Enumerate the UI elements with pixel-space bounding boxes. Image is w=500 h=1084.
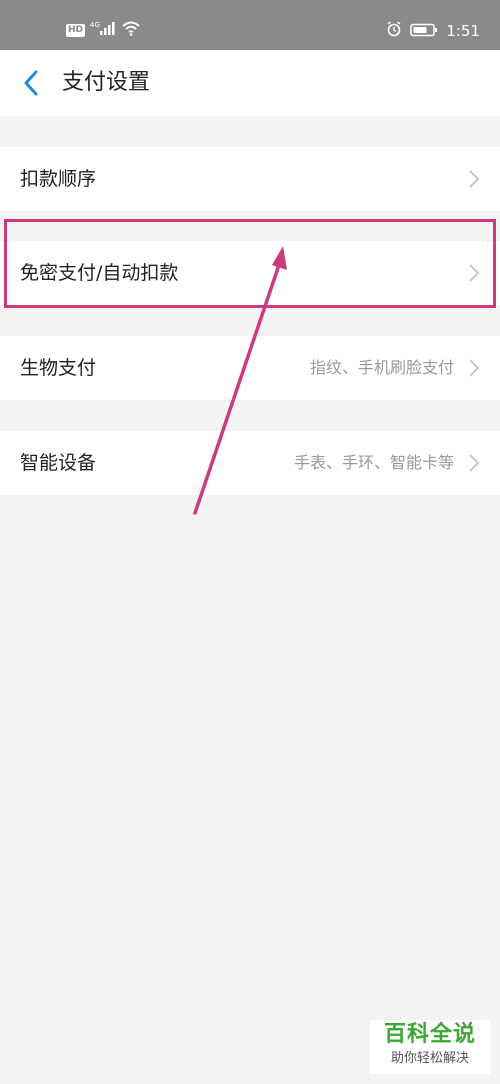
nav-bar: 支付设置 — [0, 50, 500, 116]
signal-icon: 4G — [90, 20, 116, 40]
status-left: HD 4G — [66, 20, 141, 40]
chevron-left-icon — [24, 70, 38, 96]
settings-item-value: 指纹、手机刷脸支付 — [309, 358, 454, 377]
status-bar: HD 4G 1:51 — [0, 0, 500, 50]
status-time: 1:51 — [446, 22, 480, 40]
settings-item-value: 手表、手环、智能卡等 — [293, 453, 454, 472]
hd-badge: HD — [66, 23, 86, 37]
back-button[interactable] — [16, 66, 46, 100]
settings-item-smart-devices[interactable]: 智能设备 手表、手环、智能卡等 — [0, 431, 500, 495]
wifi-icon — [121, 20, 141, 40]
svg-text:4G: 4G — [90, 21, 100, 29]
settings-item-label: 智能设备 — [20, 452, 97, 474]
highlight-box — [4, 219, 496, 308]
status-right: 1:51 — [386, 20, 480, 42]
chevron-right-icon — [469, 359, 480, 377]
chevron-right-icon — [469, 170, 480, 188]
settings-item-deduction-order[interactable]: 扣款顺序 — [0, 147, 500, 211]
watermark-title: 百科全说 — [383, 1022, 476, 1047]
alarm-icon — [386, 21, 402, 41]
page-title: 支付设置 — [62, 70, 151, 95]
settings-item-biometric-payment[interactable]: 生物支付 指纹、手机刷脸支付 — [0, 336, 500, 400]
settings-item-label: 扣款顺序 — [20, 168, 97, 190]
settings-item-label: 生物支付 — [20, 357, 97, 379]
watermark-logo: 百科全说 助你轻松解决 — [370, 1020, 490, 1074]
watermark-subtitle: 助你轻松解决 — [390, 1051, 469, 1066]
battery-icon — [410, 22, 438, 41]
chevron-right-icon — [469, 454, 480, 472]
